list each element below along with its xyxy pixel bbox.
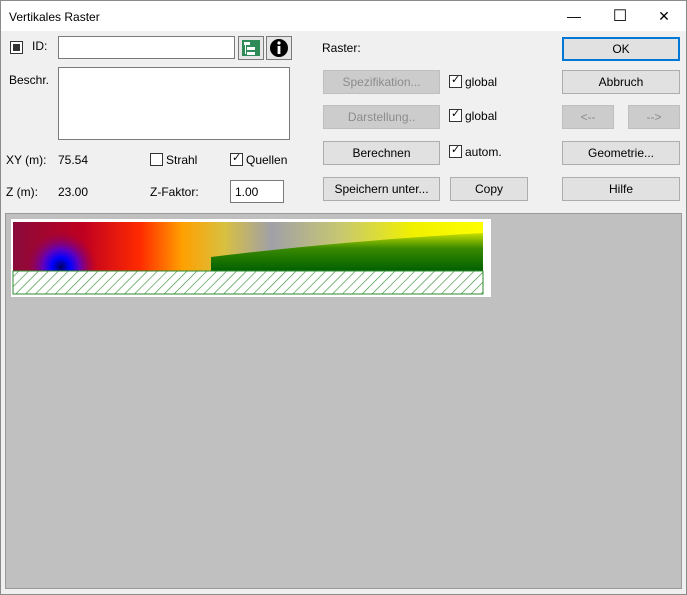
copy-button[interactable]: Copy [450,177,528,201]
maximize-button[interactable]: ☐ [597,1,643,31]
info-icon [270,39,288,57]
maximize-icon: ☐ [612,8,628,25]
beschr-textarea[interactable] [58,67,290,140]
raster-view[interactable] [5,213,682,589]
xy-value: 75.54 [58,153,89,167]
checkmark-icon: ✓ [451,74,461,86]
hilfe-button[interactable]: Hilfe [562,177,680,201]
prev-button[interactable]: <-- [562,105,614,129]
next-button[interactable]: --> [628,105,680,129]
berechnen-button[interactable]: Berechnen [323,141,440,165]
info-button[interactable] [266,36,292,60]
checkmark-icon: ✓ [451,144,461,156]
global1-label: global [465,75,498,89]
id-checkbox[interactable] [10,41,23,54]
darstellung-button[interactable]: Darstellung.. [323,105,440,129]
minimize-button[interactable]: — [551,1,597,31]
title-bar: Vertikales Raster — ☐ ✕ [1,1,686,31]
id-input[interactable] [58,36,235,59]
zfaktor-label: Z-Faktor: [150,185,199,199]
raster-label: Raster: [322,41,361,55]
z-label: Z (m): [6,185,38,199]
window-title: Vertikales Raster [9,10,100,24]
global1-checkbox[interactable]: ✓ [449,74,462,88]
beschr-label: Beschr. [9,73,50,87]
strahl-checkbox[interactable] [150,153,163,166]
strahl-label: Strahl [166,153,198,167]
raster-plot [11,219,491,297]
xy-label: XY (m): [6,153,47,167]
abbruch-button[interactable]: Abbruch [562,70,680,94]
minimize-icon: — [567,8,581,24]
quellen-label: Quellen [246,153,288,167]
ok-button[interactable]: OK [562,37,680,61]
autom-label: autom. [465,145,502,159]
quellen-checkbox[interactable]: ✓ [230,152,243,166]
close-icon: ✕ [658,7,670,24]
speichern-button[interactable]: Speichern unter... [323,177,440,201]
autom-checkbox[interactable]: ✓ [449,144,462,158]
raster-image [12,222,484,295]
global2-label: global [465,109,498,123]
zfaktor-input[interactable] [230,180,284,203]
id-label: ID: [32,39,48,53]
geometrie-button[interactable]: Geometrie... [562,141,680,165]
checkmark-icon: ✓ [232,152,242,164]
close-button[interactable]: ✕ [641,1,687,31]
global2-checkbox[interactable]: ✓ [449,108,462,122]
tree-button[interactable] [238,36,264,60]
z-value: 23.00 [58,185,89,199]
spezifikation-button[interactable]: Spezifikation... [323,70,440,94]
dialog-window: Vertikales Raster — ☐ ✕ ID: Beschr. XY (… [0,0,687,595]
checkmark-icon: ✓ [451,108,461,120]
tree-icon [242,40,260,56]
